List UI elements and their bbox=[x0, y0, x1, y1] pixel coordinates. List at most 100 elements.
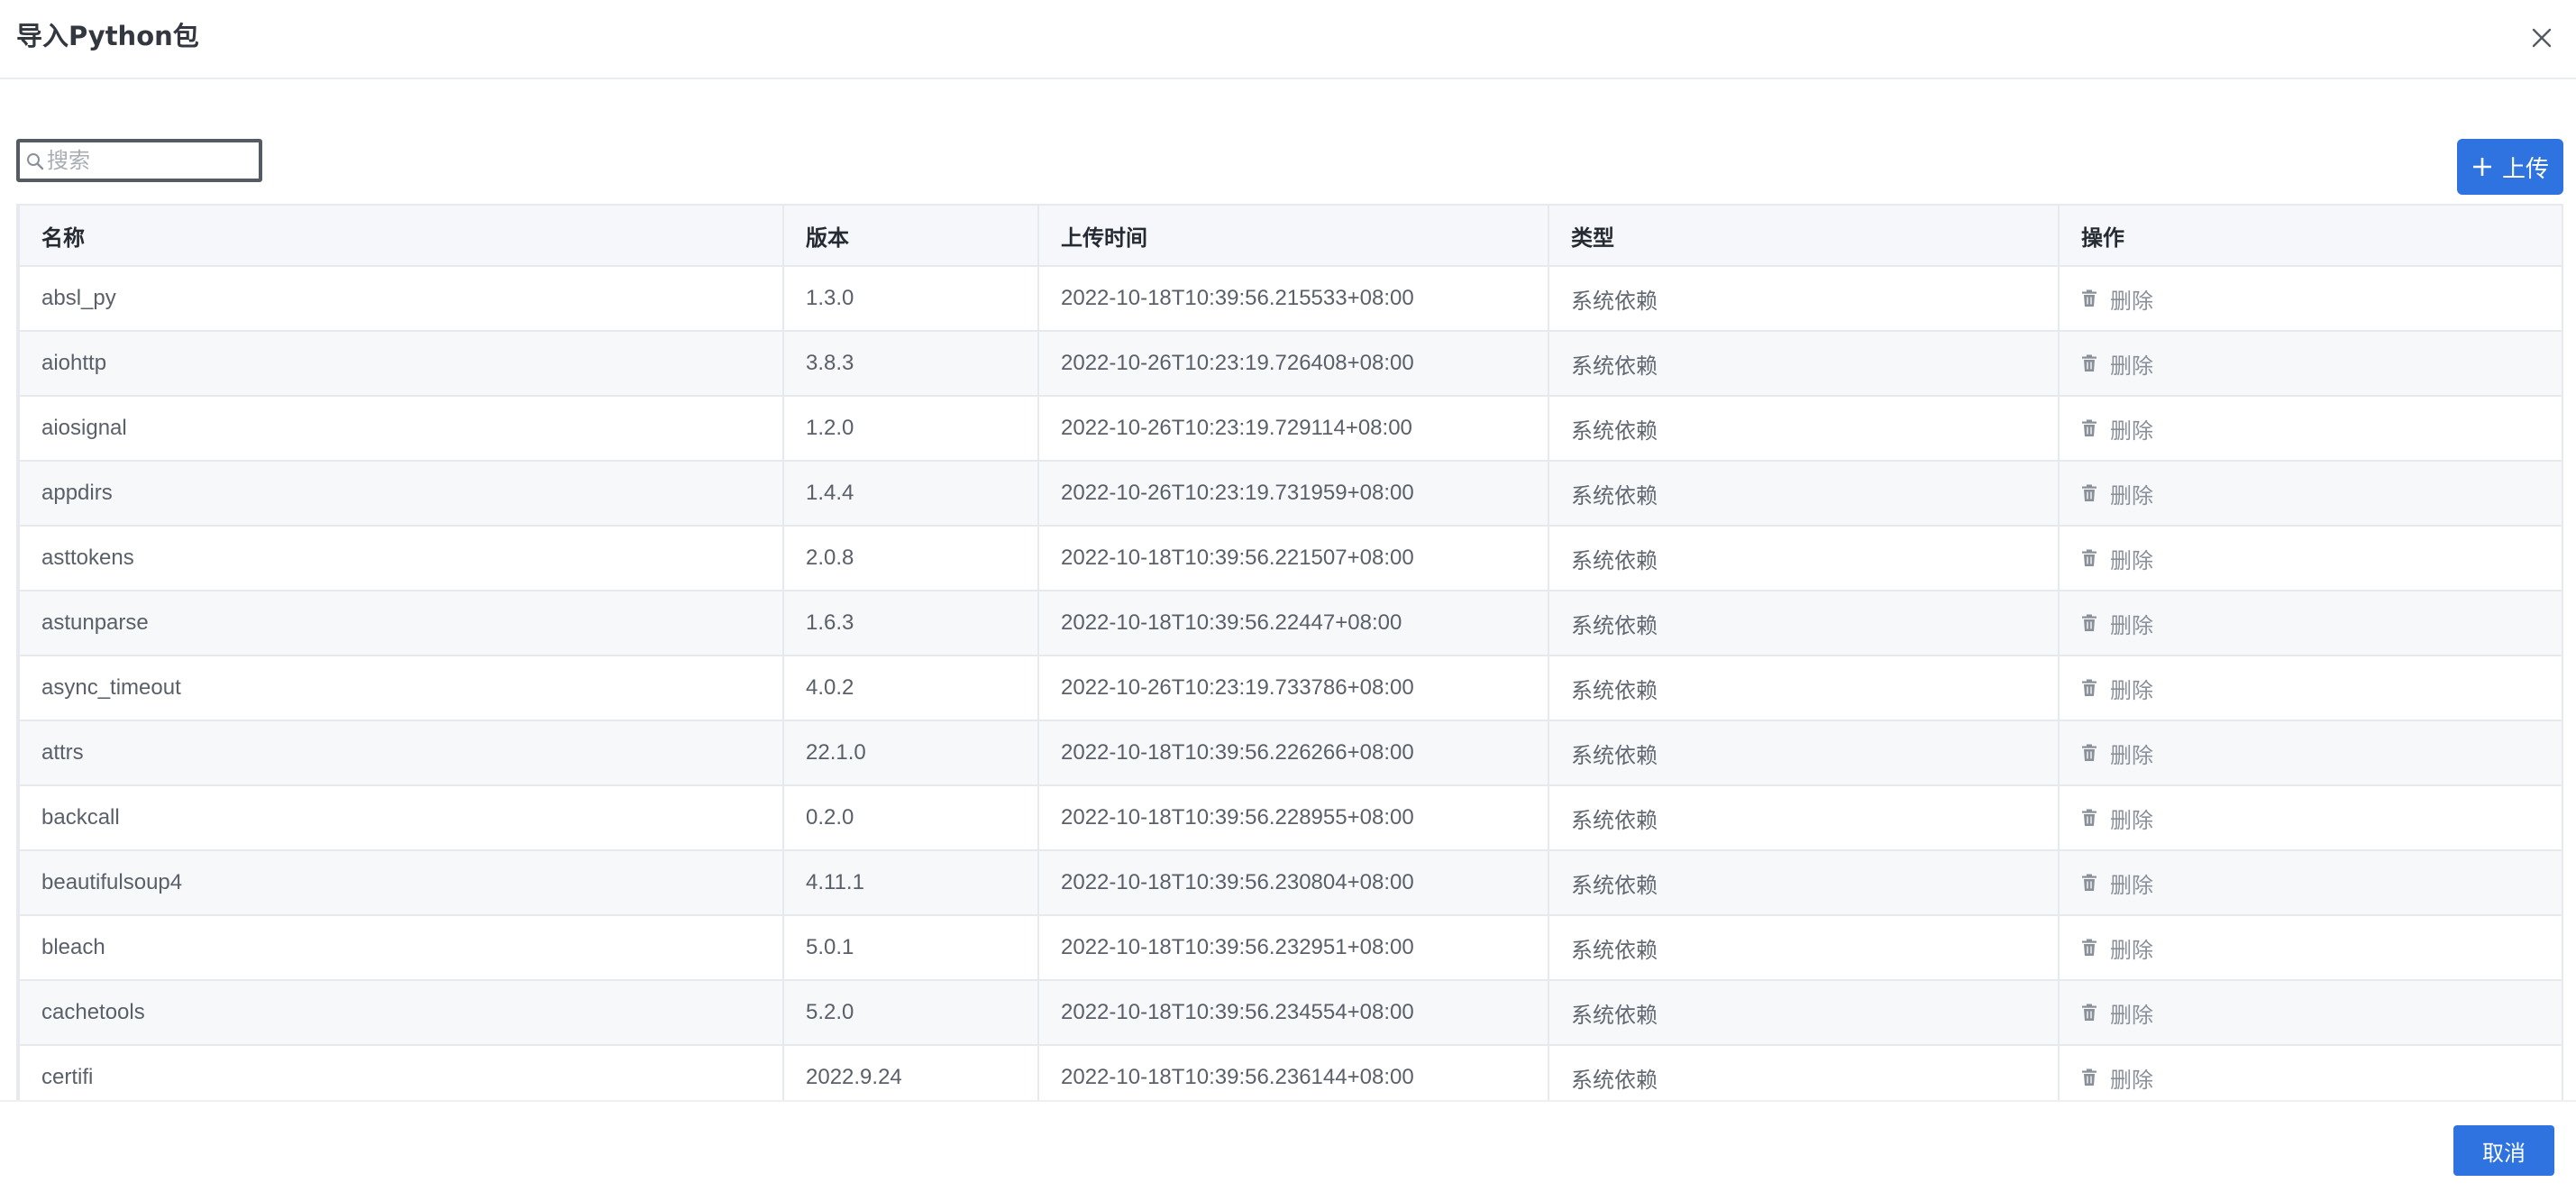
package-version-cell: 0.2.0 bbox=[782, 784, 1039, 851]
package-version-cell: 4.11.1 bbox=[782, 849, 1039, 916]
upload-time-cell: 2022-10-18T10:39:56.236144+08:00 bbox=[1037, 1044, 1549, 1100]
package-table: 名称 版本 上传时间 类型 操作 absl_py 1.3.0 2022-10-18T… bbox=[18, 204, 2562, 1100]
package-version-cell: 1.2.0 bbox=[782, 395, 1039, 462]
package-name-cell: asttokens bbox=[18, 525, 784, 591]
trash-icon bbox=[2082, 289, 2096, 307]
delete-label: 删除 bbox=[2110, 1067, 2153, 1093]
package-name-cell: certifi bbox=[18, 1044, 784, 1100]
upload-time-cell: 2022-10-26T10:23:19.733786+08:00 bbox=[1037, 655, 1549, 721]
package-version-cell: 1.6.3 bbox=[782, 590, 1039, 656]
plus-icon bbox=[2471, 156, 2493, 178]
package-name-cell: appdirs bbox=[18, 460, 784, 527]
package-name-cell: absl_py bbox=[18, 265, 784, 332]
package-type-cell: 系统依赖 bbox=[1548, 460, 2060, 527]
package-type-cell: 系统依赖 bbox=[1548, 330, 2060, 397]
dialog-footer: 取消 bbox=[0, 1100, 2576, 1192]
table-row: beautifulsoup4 4.11.1 2022-10-18T10:39:56.… bbox=[18, 849, 2562, 916]
trash-icon bbox=[2082, 939, 2096, 956]
table-row: astunparse 1.6.3 2022-10-18T10:39:56.22447… bbox=[18, 590, 2562, 656]
package-version-cell: 1.3.0 bbox=[782, 265, 1039, 332]
package-type-cell: 系统依赖 bbox=[1548, 655, 2060, 721]
upload-time-cell: 2022-10-18T10:39:56.221507+08:00 bbox=[1037, 525, 1549, 591]
delete-label: 删除 bbox=[2110, 742, 2153, 768]
package-name-cell: async_timeout bbox=[18, 655, 784, 721]
table-row: attrs 22.1.0 2022-10-18T10:39:56.226266+08… bbox=[18, 720, 2562, 786]
package-type-cell: 系统依赖 bbox=[1548, 720, 2060, 786]
upload-button-label: 上传 bbox=[2501, 155, 2549, 183]
table-row: aiosignal 1.2.0 2022-10-26T10:23:19.729114… bbox=[18, 395, 2562, 462]
package-name-cell: bleach bbox=[18, 914, 784, 981]
package-type-cell: 系统依赖 bbox=[1548, 395, 2060, 462]
package-name-cell: aiohttp bbox=[18, 330, 784, 397]
delete-label: 删除 bbox=[2110, 872, 2153, 898]
package-name-cell: astunparse bbox=[18, 590, 784, 656]
delete-button[interactable]: 删除 bbox=[2081, 673, 2153, 704]
delete-label: 删除 bbox=[2110, 547, 2153, 573]
table-header-row: 名称 版本 上传时间 类型 操作 bbox=[18, 204, 2562, 267]
upload-time-cell: 2022-10-26T10:23:19.726408+08:00 bbox=[1037, 330, 1549, 397]
table-row: cachetools 5.2.0 2022-10-18T10:39:56.23455… bbox=[18, 979, 2562, 1046]
delete-button[interactable]: 删除 bbox=[2081, 413, 2153, 445]
delete-label: 删除 bbox=[2110, 288, 2153, 314]
trash-icon bbox=[2082, 614, 2096, 631]
delete-label: 删除 bbox=[2110, 677, 2153, 703]
actions-cell: 删除 bbox=[2058, 784, 2562, 851]
delete-label: 删除 bbox=[2110, 807, 2153, 833]
actions-cell: 删除 bbox=[2058, 1044, 2562, 1100]
table-row: appdirs 1.4.4 2022-10-26T10:23:19.731959+0… bbox=[18, 460, 2562, 527]
upload-time-cell: 2022-10-18T10:39:56.228955+08:00 bbox=[1037, 784, 1549, 851]
delete-label: 删除 bbox=[2110, 612, 2153, 638]
actions-cell: 删除 bbox=[2058, 265, 2562, 332]
delete-button[interactable]: 删除 bbox=[2081, 283, 2153, 315]
upload-time-cell: 2022-10-18T10:39:56.234554+08:00 bbox=[1037, 979, 1549, 1046]
package-type-cell: 系统依赖 bbox=[1548, 849, 2060, 916]
package-version-cell: 3.8.3 bbox=[782, 330, 1039, 397]
trash-icon bbox=[2082, 549, 2096, 566]
delete-button[interactable]: 删除 bbox=[2081, 802, 2153, 834]
close-icon bbox=[2532, 28, 2552, 48]
search-icon bbox=[27, 153, 44, 170]
cancel-button[interactable]: 取消 bbox=[2453, 1125, 2554, 1176]
delete-label: 删除 bbox=[2110, 353, 2153, 379]
package-name-cell: backcall bbox=[18, 784, 784, 851]
package-version-cell: 22.1.0 bbox=[782, 720, 1039, 786]
package-type-cell: 系统依赖 bbox=[1548, 590, 2060, 656]
package-version-cell: 1.4.4 bbox=[782, 460, 1039, 527]
delete-button[interactable]: 删除 bbox=[2081, 997, 2153, 1029]
trash-icon bbox=[2082, 484, 2096, 501]
delete-button[interactable]: 删除 bbox=[2081, 348, 2153, 380]
table-row: asttokens 2.0.8 2022-10-18T10:39:56.221507… bbox=[18, 525, 2562, 591]
table-row: bleach 5.0.1 2022-10-18T10:39:56.232951+08… bbox=[18, 914, 2562, 981]
package-type-cell: 系统依赖 bbox=[1548, 525, 2060, 591]
upload-time-cell: 2022-10-18T10:39:56.232951+08:00 bbox=[1037, 914, 1549, 981]
delete-button[interactable]: 删除 bbox=[2081, 608, 2153, 639]
trash-icon bbox=[2082, 874, 2096, 891]
actions-cell: 删除 bbox=[2058, 979, 2562, 1046]
column-header-name: 名称 bbox=[18, 204, 784, 267]
package-version-cell: 5.0.1 bbox=[782, 914, 1039, 981]
package-table-container[interactable]: 名称 版本 上传时间 类型 操作 absl_py 1.3.0 2022-10-18T… bbox=[16, 204, 2563, 1100]
delete-button[interactable]: 删除 bbox=[2081, 543, 2153, 574]
package-type-cell: 系统依赖 bbox=[1548, 914, 2060, 981]
delete-button[interactable]: 删除 bbox=[2081, 867, 2153, 899]
actions-cell: 删除 bbox=[2058, 395, 2562, 462]
delete-button[interactable]: 删除 bbox=[2081, 738, 2153, 769]
package-version-cell: 4.0.2 bbox=[782, 655, 1039, 721]
delete-label: 删除 bbox=[2110, 937, 2153, 963]
delete-button[interactable]: 删除 bbox=[2081, 478, 2153, 509]
package-type-cell: 系统依赖 bbox=[1548, 979, 2060, 1046]
search-box[interactable] bbox=[16, 139, 262, 182]
import-python-package-dialog: 导入Python包 上传 bbox=[0, 0, 2576, 1192]
upload-time-cell: 2022-10-18T10:39:56.226266+08:00 bbox=[1037, 720, 1549, 786]
package-name-cell: aiosignal bbox=[18, 395, 784, 462]
package-type-cell: 系统依赖 bbox=[1548, 784, 2060, 851]
package-type-cell: 系统依赖 bbox=[1548, 265, 2060, 332]
close-button[interactable] bbox=[2524, 20, 2560, 56]
upload-button[interactable]: 上传 bbox=[2457, 139, 2563, 195]
package-type-cell: 系统依赖 bbox=[1548, 1044, 2060, 1100]
search-input[interactable] bbox=[47, 146, 254, 175]
delete-button[interactable]: 删除 bbox=[2081, 1062, 2153, 1094]
delete-label: 删除 bbox=[2110, 1002, 2153, 1028]
delete-button[interactable]: 删除 bbox=[2081, 932, 2153, 964]
table-row: backcall 0.2.0 2022-10-18T10:39:56.228955+… bbox=[18, 784, 2562, 851]
